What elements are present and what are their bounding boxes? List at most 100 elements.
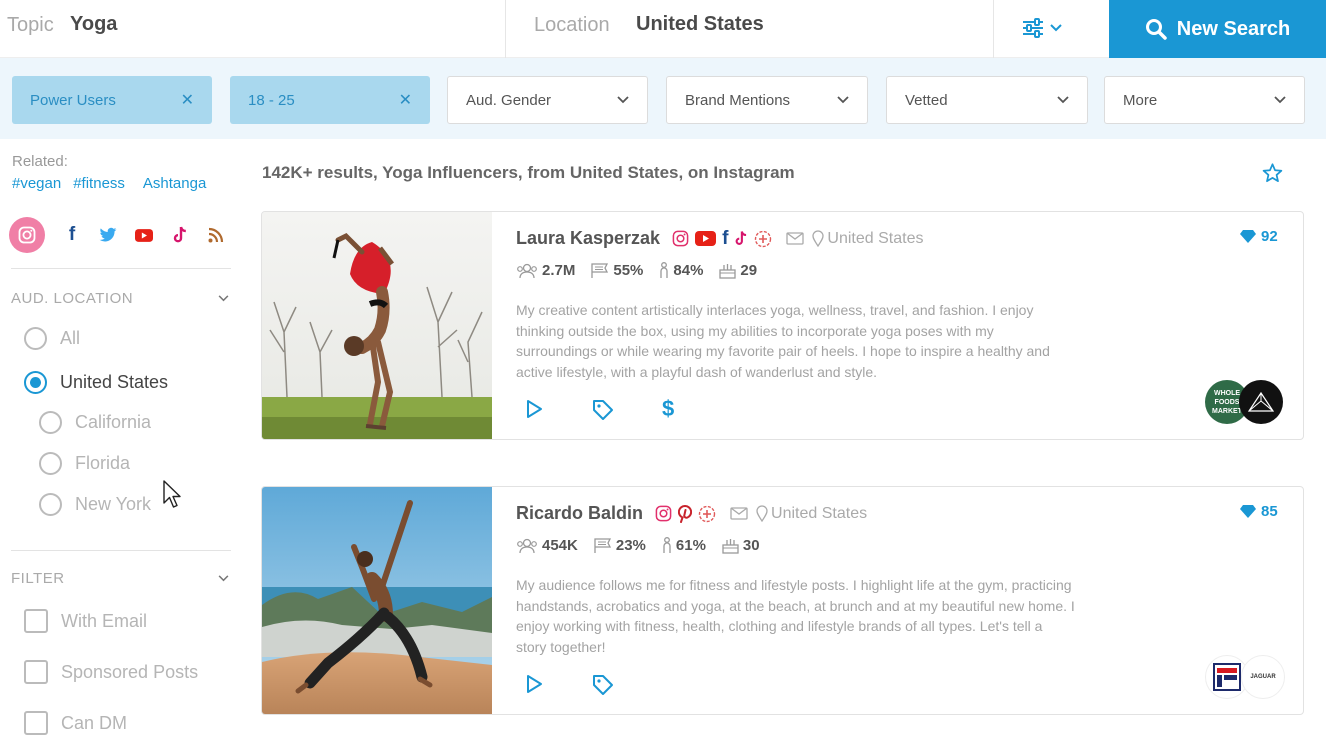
card-actions (524, 674, 614, 696)
radio-button[interactable] (39, 452, 62, 475)
tag-icon[interactable] (592, 674, 614, 696)
filter-bar: Power Users ✕ 18 - 25 ✕ Aud. Gender Bran… (0, 58, 1326, 139)
chevron-down-icon (218, 575, 229, 582)
divider (11, 550, 231, 551)
related-tag[interactable]: #fitness (73, 175, 125, 192)
brand-logos: JAGUAR (1205, 655, 1285, 699)
cake-icon (719, 264, 737, 279)
location-pin-icon (812, 230, 825, 247)
card-actions: $ (524, 398, 674, 421)
location-option-all[interactable]: All (24, 327, 80, 350)
chevron-down-icon (1057, 96, 1069, 104)
influencer-name[interactable]: Laura Kasperzak (516, 228, 660, 249)
play-icon[interactable] (524, 399, 544, 421)
aud-location-header[interactable]: AUD. LOCATION (11, 290, 229, 307)
gender-value: 84% (673, 262, 704, 279)
score-value: 92 (1261, 228, 1278, 245)
option-label: All (60, 328, 81, 348)
more-dropdown[interactable]: More (1104, 76, 1305, 124)
option-label: With Email (61, 610, 148, 631)
person-icon (663, 537, 671, 553)
influencer-photo[interactable] (262, 212, 492, 439)
add-circle-icon[interactable] (754, 230, 772, 248)
option-label: California (75, 412, 152, 432)
new-search-button[interactable]: New Search (1109, 0, 1326, 58)
youtube-icon[interactable] (695, 231, 717, 246)
influencer-bio: My audience follows me for fitness and l… (516, 577, 1075, 655)
instagram-icon[interactable] (672, 230, 689, 247)
email-icon[interactable] (730, 507, 748, 520)
filter-header[interactable]: FILTER (11, 570, 229, 587)
dollar-icon[interactable]: $ (662, 398, 674, 421)
close-icon[interactable]: ✕ (181, 90, 194, 110)
location-label: Location (534, 14, 610, 36)
facebook-icon[interactable]: f (63, 224, 81, 245)
star-icon[interactable] (1262, 163, 1283, 188)
section-title: FILTER (11, 570, 65, 587)
location-option-california[interactable]: California (39, 411, 151, 434)
dropdown-label: More (1123, 91, 1158, 109)
facebook-icon[interactable]: f (722, 229, 728, 248)
diamond-icon (1240, 230, 1256, 243)
close-icon[interactable]: ✕ (399, 90, 412, 110)
filter-option-can-dm[interactable]: Can DM (24, 711, 127, 735)
radio-button[interactable] (39, 411, 62, 434)
influencer-card[interactable]: Laura Kasperzak f United States 2.7M 55%… (261, 211, 1304, 440)
youtube-icon[interactable] (135, 226, 153, 244)
location-option-florida[interactable]: Florida (39, 452, 130, 475)
location-input[interactable]: United States (636, 13, 764, 36)
engagement-stat: 23% (594, 537, 646, 554)
email-icon[interactable] (786, 232, 805, 245)
location-option-new-york[interactable]: New York (39, 493, 151, 516)
divider (11, 268, 231, 269)
related-tag[interactable]: Ashtanga (143, 175, 206, 192)
related-tag[interactable]: #vegan (12, 175, 61, 192)
twitter-icon[interactable] (99, 226, 117, 244)
filter-option-sponsored-posts[interactable]: Sponsored Posts (24, 660, 198, 684)
influencer-card[interactable]: Ricardo Baldin United States 454K 23% 61… (261, 486, 1304, 715)
jaguar-logo[interactable]: JAGUAR (1241, 655, 1285, 699)
pinterest-icon[interactable] (678, 504, 693, 523)
option-label: Florida (75, 453, 131, 473)
instagram-icon[interactable] (655, 505, 672, 522)
radio-button[interactable] (24, 327, 47, 350)
topic-input[interactable]: Yoga (70, 13, 117, 36)
instagram-icon[interactable] (9, 217, 45, 253)
filter-chip-power-users[interactable]: Power Users ✕ (12, 76, 212, 124)
radio-button-selected[interactable] (24, 371, 47, 394)
checkbox[interactable] (24, 660, 48, 684)
option-label: New York (75, 494, 152, 514)
gender-stat: 84% (659, 262, 703, 279)
add-circle-icon[interactable] (698, 505, 716, 523)
tiktok-icon[interactable] (171, 226, 189, 244)
play-icon[interactable] (524, 674, 544, 696)
search-icon (1145, 19, 1167, 40)
vetted-dropdown[interactable]: Vetted (886, 76, 1088, 124)
checkbox[interactable] (24, 711, 48, 735)
filter-option-with-email[interactable]: With Email (24, 609, 147, 633)
location-option-united-states[interactable]: United States (24, 371, 168, 394)
audience-icon (517, 538, 537, 553)
age-stat: 29 (719, 262, 757, 279)
engagement-value: 23% (615, 537, 646, 554)
age-value: 29 (740, 262, 758, 279)
brand-mentions-dropdown[interactable]: Brand Mentions (666, 76, 868, 124)
rss-icon[interactable] (207, 226, 225, 244)
age-value: 30 (742, 537, 760, 554)
aud-gender-dropdown[interactable]: Aud. Gender (447, 76, 648, 124)
score-value: 85 (1261, 503, 1278, 520)
influencer-photo[interactable] (262, 487, 492, 714)
radio-button[interactable] (39, 493, 62, 516)
related-label: Related: (12, 153, 68, 170)
dropdown-label: Aud. Gender (466, 91, 552, 109)
search-settings-button[interactable] (1022, 14, 1072, 42)
tag-icon[interactable] (592, 399, 614, 421)
checkbox[interactable] (24, 609, 48, 633)
filter-chip-age[interactable]: 18 - 25 ✕ (230, 76, 430, 124)
brand-logo[interactable] (1239, 380, 1283, 424)
section-title: AUD. LOCATION (11, 290, 134, 307)
chevron-down-icon (218, 295, 229, 302)
tiktok-icon[interactable] (734, 230, 748, 247)
audience-icon (517, 263, 537, 278)
influencer-name[interactable]: Ricardo Baldin (516, 503, 643, 524)
